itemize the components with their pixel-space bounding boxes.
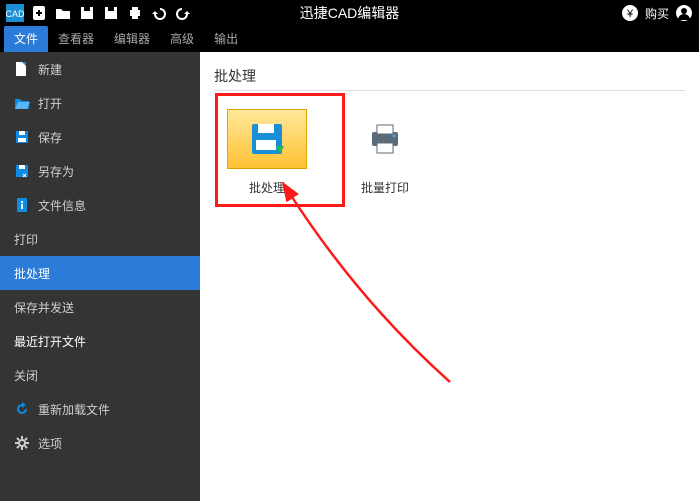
buy-icon[interactable]: ¥ <box>621 4 639 22</box>
user-icon[interactable] <box>675 4 693 22</box>
title-bar: CAD 迅捷CAD编辑器 ¥ 购买 <box>0 0 699 26</box>
app-icon: CAD <box>6 4 24 22</box>
sidebar-item-new[interactable]: 新建 <box>0 52 200 86</box>
quick-access-toolbar: CAD <box>6 4 192 22</box>
action-grid: 批处理 批量打印 <box>214 109 685 196</box>
sidebar-item-reload[interactable]: 重新加载文件 <box>0 392 200 426</box>
undo-icon[interactable] <box>150 4 168 22</box>
sidebar-item-label: 最近打开文件 <box>14 333 86 350</box>
save-as-icon <box>14 163 30 179</box>
card-batch-process[interactable]: 批处理 <box>222 109 312 196</box>
sidebar-item-label: 打印 <box>14 231 38 248</box>
sidebar-item-file-info[interactable]: 文件信息 <box>0 188 200 222</box>
print-icon[interactable] <box>126 4 144 22</box>
save-icon <box>14 129 30 145</box>
redo-icon[interactable] <box>174 4 192 22</box>
open-folder-icon <box>14 95 30 111</box>
content-panel: 批处理 批处理 批量打印 <box>200 52 699 501</box>
file-sidebar: 新建 打开 保存 另存为 文件信息 打印 批处理 保存并发送 最近打开文件 <box>0 52 200 501</box>
sidebar-item-label: 重新加载文件 <box>38 401 110 418</box>
sidebar-item-label: 保存 <box>38 129 62 146</box>
gear-icon <box>14 435 30 451</box>
panel-title: 批处理 <box>214 62 685 91</box>
tab-editor[interactable]: 编辑器 <box>104 25 160 52</box>
annotation-arrow <box>260 182 480 402</box>
sidebar-item-label: 文件信息 <box>38 197 86 214</box>
sidebar-item-batch[interactable]: 批处理 <box>0 256 200 290</box>
sidebar-item-save[interactable]: 保存 <box>0 120 200 154</box>
tab-advanced[interactable]: 高级 <box>160 25 204 52</box>
svg-text:CAD: CAD <box>6 9 24 19</box>
sidebar-item-label: 另存为 <box>38 163 74 180</box>
titlebar-right: ¥ 购买 <box>621 4 693 22</box>
sidebar-item-close[interactable]: 关闭 <box>0 358 200 392</box>
app-title: 迅捷CAD编辑器 <box>300 3 400 23</box>
open-folder-icon[interactable] <box>54 4 72 22</box>
tab-file[interactable]: 文件 <box>4 25 48 52</box>
sidebar-item-label: 批处理 <box>14 265 50 282</box>
tab-output[interactable]: 输出 <box>204 25 248 52</box>
svg-text:¥: ¥ <box>626 8 634 20</box>
sidebar-item-label: 选项 <box>38 435 62 452</box>
ribbon-tabs: 文件 查看器 编辑器 高级 输出 <box>0 26 699 52</box>
sidebar-item-print[interactable]: 打印 <box>0 222 200 256</box>
sidebar-item-recent[interactable]: 最近打开文件 <box>0 324 200 358</box>
sidebar-item-label: 保存并发送 <box>14 299 74 316</box>
card-batch-print[interactable]: 批量打印 <box>340 109 430 196</box>
sidebar-item-save-as[interactable]: 另存为 <box>0 154 200 188</box>
sidebar-item-label: 关闭 <box>14 367 38 384</box>
sidebar-item-save-send[interactable]: 保存并发送 <box>0 290 200 324</box>
new-icon[interactable] <box>30 4 48 22</box>
batch-process-thumb <box>227 109 307 169</box>
batch-print-thumb <box>345 109 425 169</box>
sidebar-item-open[interactable]: 打开 <box>0 86 200 120</box>
reload-icon <box>14 401 30 417</box>
info-icon <box>14 197 30 213</box>
buy-label[interactable]: 购买 <box>645 5 669 22</box>
card-label: 批量打印 <box>361 179 409 196</box>
card-label: 批处理 <box>249 179 285 196</box>
sidebar-item-label: 新建 <box>38 61 62 78</box>
sidebar-item-label: 打开 <box>38 95 62 112</box>
new-file-icon <box>14 61 30 77</box>
sidebar-item-options[interactable]: 选项 <box>0 426 200 460</box>
save-as-icon[interactable] <box>102 4 120 22</box>
save-icon[interactable] <box>78 4 96 22</box>
tab-viewer[interactable]: 查看器 <box>48 25 104 52</box>
workspace: 新建 打开 保存 另存为 文件信息 打印 批处理 保存并发送 最近打开文件 <box>0 52 699 501</box>
